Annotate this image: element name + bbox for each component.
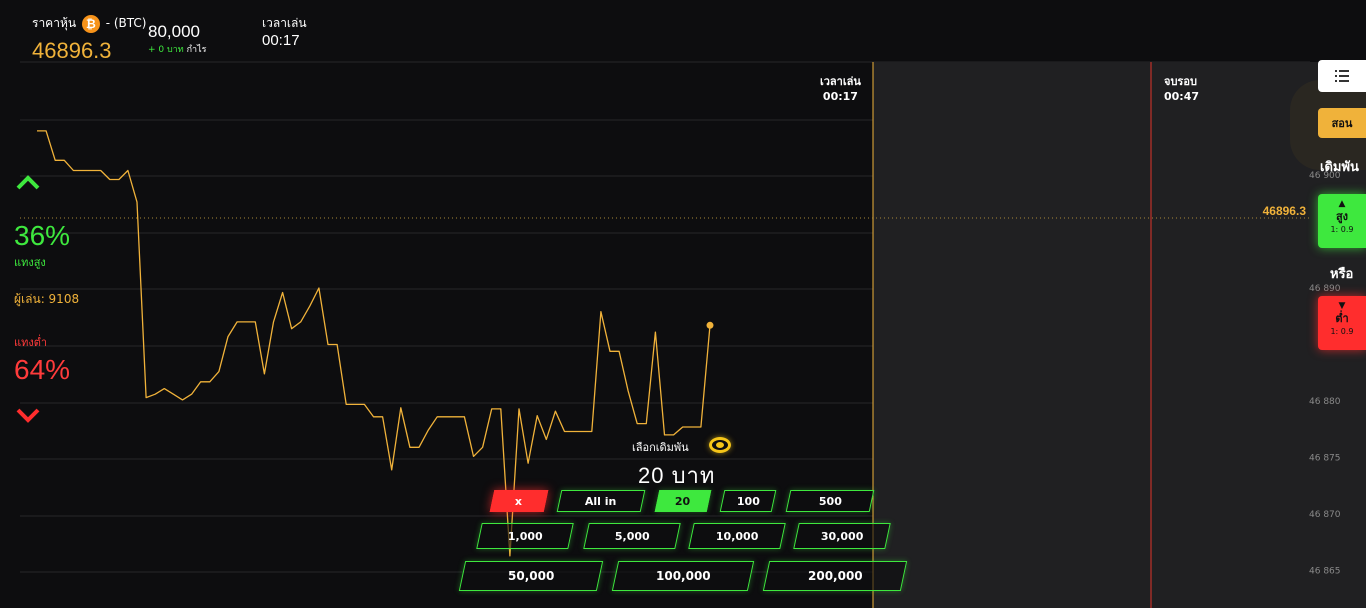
chip-label: 100,000 bbox=[655, 569, 711, 583]
y-tick-label: 46 880 bbox=[1309, 397, 1341, 407]
chip-label: 1,000 bbox=[507, 529, 543, 543]
playtime-value: 00:17 bbox=[262, 32, 300, 49]
pair-label: - (BTC) bbox=[105, 16, 147, 30]
down-label: แทงต่ำ bbox=[14, 336, 48, 349]
bitcoin-icon: ₿ bbox=[81, 14, 100, 33]
chevron-down-icon bbox=[16, 408, 40, 423]
bet-up-label: สูง bbox=[1335, 210, 1349, 223]
chip-label: All in bbox=[585, 494, 617, 508]
current-price: 46896.3 bbox=[32, 38, 112, 63]
end-marker-time: 00:47 bbox=[1164, 90, 1200, 103]
or-label: หรือ bbox=[1330, 267, 1354, 282]
chip-500[interactable]: 500 bbox=[785, 490, 875, 512]
y-tick-label: 46 890 bbox=[1309, 284, 1341, 294]
bet-down-odds: 1: 0.9 bbox=[1330, 327, 1354, 336]
chip-label: 10,000 bbox=[715, 529, 759, 543]
coin-icon bbox=[709, 437, 731, 453]
play-marker-label: เวลาเล่น bbox=[820, 75, 861, 88]
play-marker-time: 00:17 bbox=[822, 90, 858, 103]
chip-10000[interactable]: 10,000 bbox=[688, 523, 786, 549]
chip-label: 500 bbox=[818, 494, 842, 508]
chip-200000[interactable]: 200,000 bbox=[762, 561, 908, 591]
chip-20[interactable]: 20 bbox=[654, 490, 712, 512]
last-price-dot bbox=[706, 321, 714, 329]
end-marker-label: จบรอบ bbox=[1164, 75, 1197, 88]
bet-down-button[interactable]: ▼ ต่ำ 1: 0.9 bbox=[1318, 296, 1366, 350]
tutorial-button[interactable]: สอน bbox=[1318, 108, 1366, 138]
price-title: ราคาหุ้น ₿ - (BTC) bbox=[32, 14, 146, 33]
profit-amount: + 0 บาท bbox=[148, 45, 184, 55]
bet-title: เดิมพัน bbox=[1320, 160, 1359, 175]
chip-1000[interactable]: 1,000 bbox=[476, 523, 574, 549]
chip-30000[interactable]: 30,000 bbox=[793, 523, 891, 549]
pick-bet-label: เลือกเดิมพัน bbox=[632, 441, 689, 454]
chip-100000[interactable]: 100,000 bbox=[611, 561, 755, 591]
balance: 80,000 bbox=[148, 22, 200, 41]
list-icon bbox=[1335, 70, 1349, 82]
clear-chip[interactable]: x bbox=[489, 490, 549, 512]
chip-label: x bbox=[515, 494, 523, 508]
play-marker: เวลาเล่น 00:17 bbox=[820, 72, 861, 103]
y-tick-label: 46 875 bbox=[1309, 454, 1341, 464]
menu-button[interactable] bbox=[1318, 60, 1366, 92]
chip-label: 20 bbox=[675, 494, 691, 508]
player-count: ผู้เล่น: 9108 bbox=[14, 292, 80, 306]
price-chart: 46 90046 89046 88046 87546 87046 865 bbox=[20, 61, 1366, 608]
end-marker: จบรอบ 00:47 bbox=[1164, 72, 1199, 103]
all-in-chip[interactable]: All in bbox=[556, 490, 646, 512]
chip-50000[interactable]: 50,000 bbox=[458, 561, 604, 591]
y-tick-label: 46 865 bbox=[1309, 567, 1341, 577]
chip-label: 50,000 bbox=[507, 569, 555, 583]
bet-up-button[interactable]: ▲ สูง 1: 0.9 bbox=[1318, 194, 1366, 248]
bet-down-label: ต่ำ bbox=[1335, 312, 1349, 325]
triangle-up-icon: ▲ bbox=[1338, 199, 1346, 209]
profit-label: กำไร bbox=[186, 45, 207, 55]
chip-100[interactable]: 100 bbox=[719, 490, 777, 512]
chip-label: 5,000 bbox=[614, 529, 650, 543]
chip-label: 200,000 bbox=[807, 569, 863, 583]
chip-label: 30,000 bbox=[820, 529, 864, 543]
playtime-label: เวลาเล่น bbox=[262, 16, 307, 30]
y-tick-label: 46 870 bbox=[1309, 510, 1341, 520]
bet-up-odds: 1: 0.9 bbox=[1330, 225, 1354, 234]
price-label: ราคาหุ้น bbox=[32, 16, 77, 30]
chip-5000[interactable]: 5,000 bbox=[583, 523, 681, 549]
up-label: แทงสูง bbox=[14, 256, 46, 269]
triangle-down-icon: ▼ bbox=[1338, 301, 1346, 311]
down-percent: 64% bbox=[14, 354, 71, 385]
current-price-tag: 46896.3 bbox=[1262, 204, 1306, 218]
bet-amount: 20 บาท bbox=[638, 463, 716, 488]
up-percent: 36% bbox=[14, 220, 71, 251]
profit: + 0 บาท กำไร bbox=[148, 42, 206, 56]
chevron-up-icon bbox=[16, 175, 40, 190]
chip-label: 100 bbox=[736, 494, 760, 508]
